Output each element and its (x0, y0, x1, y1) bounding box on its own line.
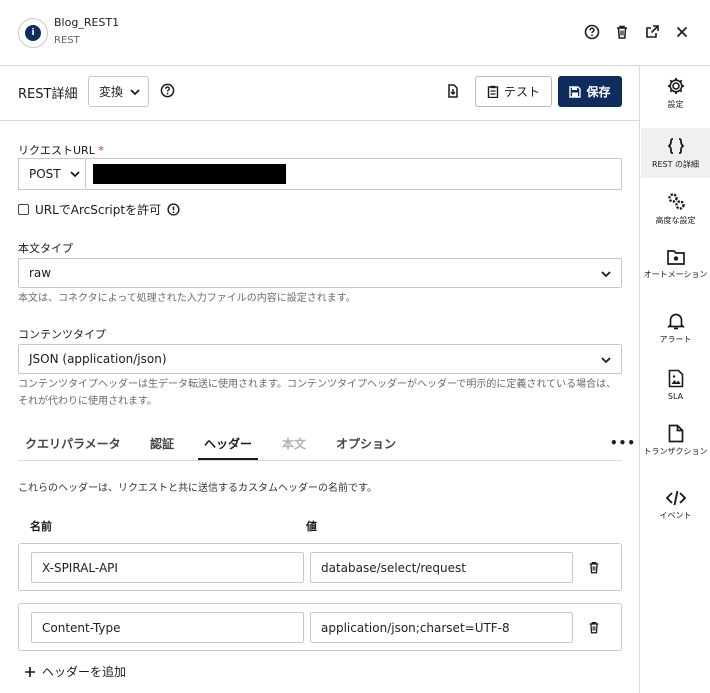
save-label: 保存 (586, 85, 611, 99)
headers-description: これらのヘッダーは、リクエストと共に送信するカスタムヘッダーの名前です。 (18, 483, 377, 494)
rail-item-transactions[interactable]: トランザクション (641, 424, 710, 468)
rail-label: イベント (659, 511, 692, 520)
info-icon[interactable] (167, 203, 180, 216)
convert-label: 変換 (99, 85, 124, 99)
rail-label: 高度な設定 (655, 216, 696, 225)
header-row: X-SPIRAL-API database/select/request (18, 543, 622, 591)
close-icon[interactable] (674, 24, 692, 42)
body-type-hint: 本文は、コネクタによって処理された入力ファイルの内容に設定されます。 (18, 293, 356, 304)
header-value-input[interactable]: application/json;charset=UTF-8 (310, 612, 573, 643)
header-name-input[interactable]: Content-Type (31, 612, 304, 643)
add-header-button[interactable]: ヘッダーを追加 (24, 663, 126, 680)
redacted-url (93, 164, 286, 184)
rail-item-alerts[interactable]: アラート (641, 311, 710, 347)
column-header-value: 値 (306, 520, 317, 533)
connector-header: i Blog_REST1 REST (0, 0, 710, 66)
chevron-down-icon (130, 88, 140, 95)
rest-details-panel: REST詳細 変換 テスト 保存 リクエストURL * POST URLでArc… (0, 66, 640, 693)
delete-row-icon[interactable] (587, 620, 601, 635)
export-file-icon[interactable] (445, 83, 461, 99)
page-title: REST詳細 (18, 87, 78, 102)
add-header-label: ヘッダーを追加 (42, 665, 127, 679)
content-type-select[interactable]: JSON (application/json) (18, 344, 622, 374)
gear-icon (667, 78, 684, 94)
delete-icon[interactable] (614, 24, 632, 42)
more-tabs-button[interactable]: ••• (610, 436, 636, 450)
test-label: テスト (503, 85, 540, 99)
chevron-down-icon (601, 357, 611, 364)
content-type-value: JSON (application/json) (29, 352, 167, 366)
details-tabs: クエリパラメータ 認証 ヘッダー 本文 オプション ••• (18, 428, 635, 461)
request-url-label: リクエストURL * (18, 144, 104, 157)
details-toolbar: REST詳細 変換 テスト 保存 (0, 66, 640, 121)
rail-label: SLA (667, 392, 684, 401)
gears-icon (667, 193, 685, 210)
tab-query-params[interactable]: クエリパラメータ (25, 435, 121, 452)
convert-dropdown[interactable]: 変換 (88, 76, 149, 107)
rail-item-settings[interactable]: 設定 (641, 76, 710, 124)
braces-icon (667, 138, 684, 154)
file-icon (668, 424, 683, 443)
header-row: Content-Type application/json;charset=UT… (18, 603, 622, 651)
column-header-name: 名前 (30, 520, 52, 533)
connector-type: REST (54, 35, 80, 46)
rail-label: オートメーション (643, 270, 708, 279)
rail-label: アラート (659, 335, 692, 344)
tab-options[interactable]: オプション (336, 435, 396, 452)
connector-name: Blog_REST1 (54, 16, 120, 29)
tab-auth[interactable]: 認証 (150, 435, 174, 452)
http-method-select[interactable]: POST (18, 158, 85, 190)
bell-icon (666, 313, 685, 330)
allow-arcscript-checkbox[interactable]: URLでArcScriptを許可 (18, 201, 180, 218)
active-tab-indicator (198, 458, 258, 460)
save-icon (569, 85, 582, 98)
body-type-value: raw (29, 266, 52, 280)
tab-body[interactable]: 本文 (282, 435, 306, 452)
rail-label: REST の詳細 (651, 160, 700, 169)
allow-arcscript-label: URLでArcScriptを許可 (35, 203, 162, 217)
rail-item-sla[interactable]: SLA (641, 369, 710, 405)
folder-gear-icon (666, 250, 685, 265)
content-type-hint: コンテンツタイプヘッダーは生データ転送に使用されます。コンテンツタイプヘッダーが… (18, 379, 617, 407)
required-mark: * (98, 144, 104, 157)
delete-row-icon[interactable] (587, 560, 601, 575)
save-button[interactable]: 保存 (558, 76, 622, 107)
right-nav-rail: 設定 REST の詳細 高度な設定 オートメーション アラート SLA トランザ… (641, 66, 710, 693)
http-method-value: POST (29, 167, 61, 181)
content-type-label: コンテンツタイプ (18, 328, 106, 341)
image-file-icon (668, 369, 683, 388)
rail-item-automation[interactable]: オートメーション (641, 248, 710, 292)
test-button[interactable]: テスト (475, 76, 552, 107)
body-type-label: 本文タイプ (18, 242, 73, 255)
rail-item-events[interactable]: イベント (641, 489, 710, 525)
header-value-input[interactable]: database/select/request (310, 552, 573, 583)
body-type-select[interactable]: raw (18, 258, 622, 288)
connector-logo-glyph: i (25, 25, 41, 41)
header-name-input[interactable]: X-SPIRAL-API (31, 552, 304, 583)
rail-item-rest-details[interactable]: REST の詳細 (641, 128, 710, 178)
code-icon (665, 490, 686, 506)
tab-headers[interactable]: ヘッダー (204, 435, 252, 452)
chevron-down-icon (601, 271, 611, 278)
help-icon[interactable] (584, 24, 602, 42)
open-external-icon[interactable] (644, 24, 662, 42)
clipboard-icon (487, 85, 499, 98)
rail-item-advanced[interactable]: 高度な設定 (641, 190, 710, 230)
checkbox-box[interactable] (18, 204, 29, 215)
help-icon[interactable] (160, 83, 175, 98)
chevron-down-icon (70, 171, 80, 178)
plus-icon (25, 666, 35, 677)
connector-logo: i (18, 18, 48, 48)
request-url-input[interactable] (85, 158, 622, 190)
rail-label: トランザクション (643, 447, 708, 456)
rail-label: 設定 (667, 100, 684, 109)
